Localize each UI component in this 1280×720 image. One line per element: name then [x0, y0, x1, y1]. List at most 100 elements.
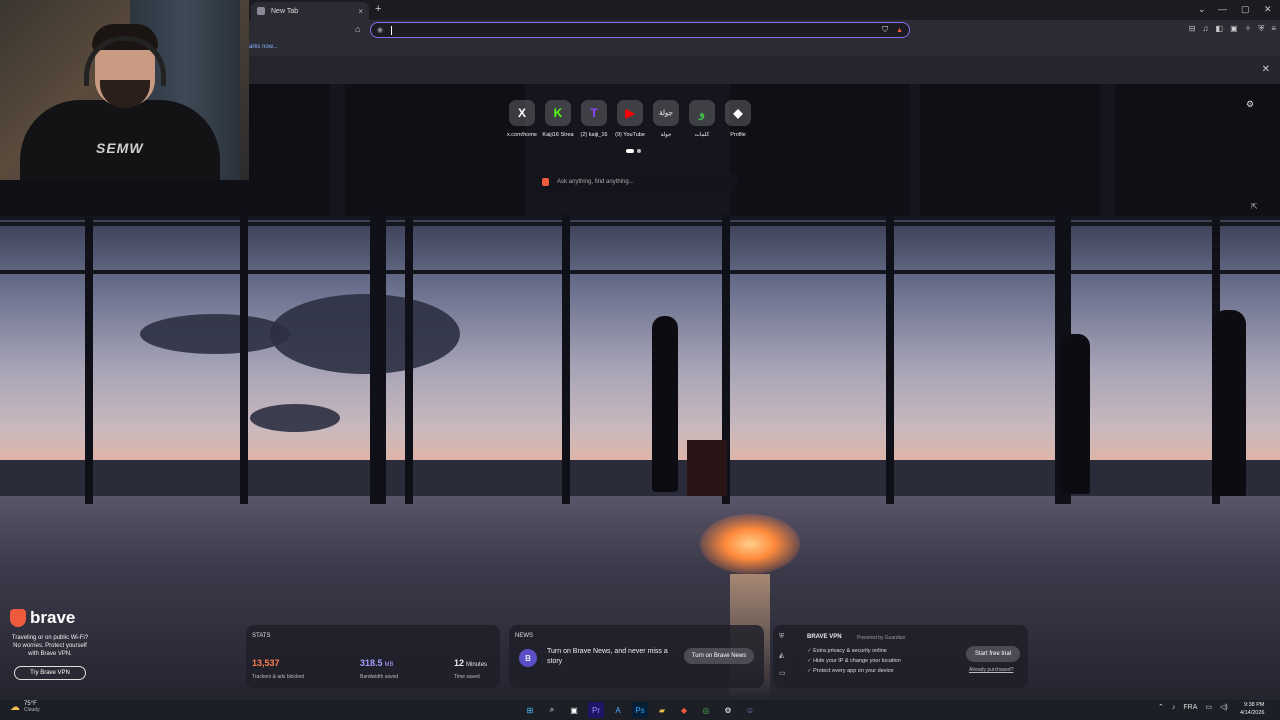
time-value: 12 [454, 658, 465, 668]
sidebar-icon[interactable]: ◧ [1216, 24, 1224, 34]
page-dot-active[interactable] [626, 149, 634, 153]
taskbar-apps: ⊞ ⌕ ▣ Pr A Ps ▰ ◆ ◎ ⚙ ☺ [522, 702, 758, 718]
shortcut-icon: K [545, 100, 571, 126]
brave-lion-icon [10, 609, 26, 627]
shortcut-label: (2) kaiji_16 [580, 132, 608, 138]
top-sites-pagination[interactable] [626, 149, 641, 153]
shortcut-tile[interactable]: T (2) kaiji_16 [580, 100, 608, 138]
premiere-icon[interactable]: Pr [588, 702, 604, 718]
shortcut-label: جولة [660, 132, 672, 138]
tray-chevron-icon[interactable]: ⌃ [1158, 703, 1164, 711]
discord-icon[interactable]: ☺ [742, 702, 758, 718]
wallet-icon[interactable]: ▣ [1230, 24, 1238, 34]
clock-date: 4/14/2026 [1240, 710, 1265, 716]
page-dot[interactable] [637, 149, 641, 153]
search-box[interactable]: Ask anything, find anything... [534, 172, 738, 192]
shortcut-tile[interactable]: Xx.com/home [507, 100, 537, 138]
try-brave-vpn-button[interactable]: Try Brave VPN [14, 666, 86, 680]
screen: New Tab × + ⌄ — ▢ ✕ ⌂ ◉ ⛉ ▲ ⊟ ♫ ◧ ▣ ✧ ⛨ … [0, 0, 1280, 720]
shortcut-label: x.com/home [507, 132, 537, 138]
vpn-feature: Extra privacy & security online [807, 646, 901, 656]
shortcut-icon: X [509, 100, 535, 126]
start-icon[interactable]: ⊞ [522, 702, 538, 718]
bookmarks-import-link[interactable]: arks now... [249, 44, 278, 50]
shortcut-tile[interactable]: جولة جولة [652, 100, 680, 138]
time-label: Time saved [454, 674, 480, 680]
task-view-icon[interactable]: ▣ [566, 702, 582, 718]
brand-name: brave [30, 608, 76, 627]
top-sites: Xx.com/home K Kaiji16 Strea T (2) kaiji_16 ▶ (… [507, 100, 752, 138]
weather-widget[interactable]: ☁ 75°F Cloudy [10, 701, 40, 713]
shortcut-label: كلمات [694, 132, 710, 138]
turn-on-news-button[interactable]: Turn on Brave News [684, 648, 754, 664]
tab-search-chevron-icon[interactable]: ⌄ [1198, 4, 1206, 15]
maximize-button[interactable]: ▢ [1241, 4, 1250, 15]
trackers-label: Trackers & ads blocked [252, 674, 305, 680]
language-indicator[interactable]: FRA [1183, 704, 1197, 711]
clock[interactable]: 9:38 PM 4/14/2026 [1240, 701, 1264, 717]
tool-icon[interactable]: A [610, 702, 626, 718]
shortcut-tile[interactable]: ◆ Profile [724, 100, 752, 138]
microphone-icon[interactable]: ♪ [1172, 704, 1176, 711]
vpn-tab-icon[interactable]: ⛨ [779, 633, 786, 641]
chrome-icon[interactable]: ◎ [698, 702, 714, 718]
vpn-promo: brave Traveling or on public Wi-Fi? No w… [10, 608, 100, 680]
system-tray: ⌃ ♪ FRA ▭ ◁) [1158, 703, 1228, 712]
tab-new-tab[interactable]: New Tab × [251, 2, 369, 20]
close-window-button[interactable]: ✕ [1264, 4, 1272, 15]
widget-switcher: ⛨ ◭ ▭ [779, 633, 786, 677]
stat-trackers: 13,537 Trackers & ads blocked [252, 653, 304, 680]
media-icon[interactable]: ♫ [1203, 24, 1209, 34]
shortcut-tile[interactable]: K Kaiji16 Strea [542, 100, 574, 138]
windows-taskbar: ☁ 75°F Cloudy ⊞ ⌕ ▣ Pr A Ps ▰ ◆ ◎ ⚙ ☺ ⌃ … [0, 700, 1280, 720]
shortcut-tile[interactable]: و كلمات [688, 100, 716, 138]
search-placeholder: Ask anything, find anything... [557, 179, 634, 185]
address-bar[interactable]: ◉ ⛉ ▲ [370, 22, 910, 38]
menu-icon[interactable]: ≡ [1271, 24, 1276, 34]
start-free-trial-button[interactable]: Start free trial [966, 646, 1020, 662]
bandwidth-label: Bandwidth saved [360, 674, 399, 680]
brave-shields-icon[interactable]: ⛉ [882, 25, 888, 35]
brave-rewards-icon[interactable]: ▲ [896, 27, 903, 34]
tab-title: New Tab [271, 7, 299, 15]
news-text: Turn on Brave News, and never miss a sto… [547, 648, 668, 665]
info-bar-close-icon[interactable]: ✕ [1262, 64, 1270, 75]
cards-tab-icon[interactable]: ▭ [779, 669, 786, 677]
vpn-features: Extra privacy & security online Hide you… [807, 646, 901, 676]
brave-logo: brave [10, 608, 100, 628]
bandwidth-unit: MB [384, 662, 394, 668]
talk-tab-icon[interactable]: ◭ [779, 651, 786, 659]
settings-icon[interactable]: ⚙ [720, 702, 736, 718]
file-explorer-icon[interactable]: ▰ [654, 702, 670, 718]
shortcut-icon: جولة [653, 100, 679, 126]
stats-widget[interactable]: STATS 13,537 Trackers & ads blocked 318.… [246, 625, 500, 688]
vpn-title: BRAVE VPN [807, 634, 842, 640]
photoshop-icon[interactable]: Ps [632, 702, 648, 718]
leo-ai-icon[interactable]: ✧ [1245, 24, 1252, 34]
bookmark-icon[interactable]: ⌂ [355, 24, 360, 34]
cloud-sun-icon: ☁ [10, 701, 20, 713]
tab-close-icon[interactable]: × [358, 7, 363, 16]
brave-news-icon: B [519, 649, 537, 667]
volume-icon[interactable]: ◁) [1220, 703, 1228, 711]
new-tab-button[interactable]: + [375, 3, 381, 15]
stat-time: 12 Minutes Time saved [454, 653, 487, 680]
already-purchased-link[interactable]: Already purchased? [969, 667, 1013, 673]
settings-gear-icon[interactable]: ⚙ [1246, 99, 1254, 110]
vpn-powered-by: Powered by Guardian [857, 635, 906, 641]
shortcut-tile[interactable]: ▶ (9) YouTube [615, 100, 645, 138]
search-icon[interactable]: ⌕ [544, 702, 560, 718]
vpn-icon[interactable]: ⛨ [1258, 24, 1264, 34]
site-info-icon[interactable]: ◉ [377, 26, 383, 34]
reader-mode-icon[interactable]: ⊟ [1189, 24, 1196, 34]
minimize-button[interactable]: — [1218, 4, 1227, 14]
network-icon[interactable]: ▭ [1205, 703, 1212, 711]
brave-browser-icon[interactable]: ◆ [676, 702, 692, 718]
text-caret [391, 25, 393, 35]
vpn-feature: Hide your IP & change your location [807, 656, 901, 666]
weather-condition: Cloudy [24, 707, 40, 713]
shortcut-label: Kaiji16 Strea [542, 132, 574, 138]
photo-credit-link-icon[interactable]: ⇱ [1251, 202, 1258, 211]
vpn-feature: Protect every app on your device [807, 666, 901, 676]
news-title: NEWS [515, 633, 533, 639]
